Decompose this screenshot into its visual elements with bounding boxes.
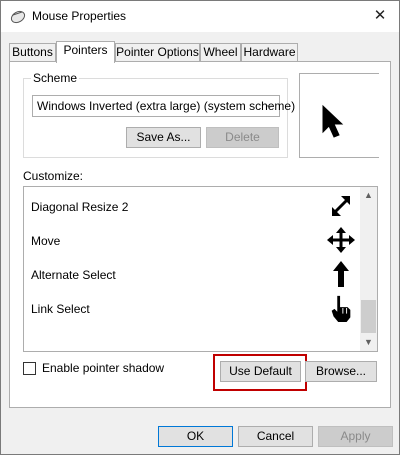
dialog-footer: OK Cancel Apply — [1, 411, 399, 454]
list-item[interactable]: Link Select — [24, 291, 360, 324]
list-item[interactable]: Diagonal Resize 2 — [24, 189, 360, 222]
scrollbar-thumb[interactable] — [361, 300, 376, 333]
title-bar: Mouse Properties ✕ — [1, 1, 399, 32]
mouse-icon — [10, 10, 26, 24]
scheme-dropdown-value: Windows Inverted (extra large) (system s… — [37, 99, 296, 113]
scheme-label: Scheme — [31, 71, 80, 85]
list-item-name: Move — [31, 234, 61, 248]
ok-button[interactable]: OK — [158, 426, 233, 447]
save-as-button[interactable]: Save As... — [126, 127, 201, 148]
apply-button[interactable]: Apply — [318, 426, 393, 447]
up-arrow-icon — [333, 261, 349, 287]
list-item[interactable]: Alternate Select — [24, 257, 360, 290]
tab-pointers[interactable]: Pointers — [56, 41, 115, 63]
delete-button[interactable]: Delete — [206, 127, 279, 148]
tab-hardware[interactable]: Hardware — [241, 43, 298, 62]
window-title: Mouse Properties — [32, 9, 127, 23]
pointer-shadow-checkbox[interactable] — [23, 362, 36, 375]
diagonal-resize-icon — [332, 196, 350, 216]
scheme-dropdown[interactable]: Windows Inverted (extra large) (system s… — [32, 95, 295, 117]
list-item[interactable]: Move — [24, 223, 360, 256]
pointer-shadow-label: Enable pointer shadow — [42, 361, 165, 375]
list-item-name: Link Select — [31, 302, 90, 316]
scheme-group: Scheme Windows Inverted (extra large) (s… — [23, 71, 295, 158]
customize-label: Customize: — [23, 169, 84, 183]
tab-wheel[interactable]: Wheel — [200, 43, 241, 62]
mouse-properties-window: Mouse Properties ✕ Buttons Pointers Poin… — [0, 0, 400, 455]
tab-pointer-options[interactable]: Pointer Options — [115, 43, 200, 62]
list-item-name: Diagonal Resize 2 — [31, 200, 129, 214]
scroll-up-icon[interactable]: ▲ — [360, 187, 377, 204]
arrow-pointer-icon — [322, 104, 344, 138]
pointer-preview — [299, 73, 379, 158]
move-icon — [327, 227, 355, 253]
list-scrollbar[interactable]: ▲ ▼ — [360, 187, 377, 351]
close-button[interactable]: ✕ — [367, 4, 393, 28]
chevron-down-icon: ⌄ — [264, 99, 274, 111]
pointer-list[interactable]: Diagonal Resize 2 Move Alternate Select … — [23, 186, 378, 352]
tab-buttons[interactable]: Buttons — [9, 43, 56, 62]
hand-pointer-icon — [331, 295, 351, 322]
scroll-down-icon[interactable]: ▼ — [360, 334, 377, 351]
use-default-button[interactable]: Use Default — [220, 361, 301, 382]
pointers-tab-panel: Scheme Windows Inverted (extra large) (s… — [9, 61, 391, 408]
cancel-button[interactable]: Cancel — [238, 426, 313, 447]
list-item-name: Alternate Select — [31, 268, 116, 282]
browse-button[interactable]: Browse... — [305, 361, 377, 382]
